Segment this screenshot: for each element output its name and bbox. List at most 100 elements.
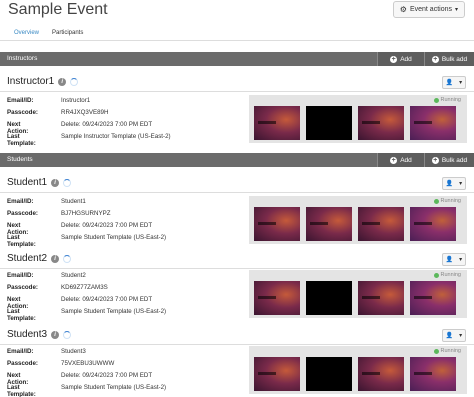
vm-panel: Running [249, 270, 467, 318]
bulk-add-label: Bulk add [441, 156, 468, 164]
caret-down-icon: ▾ [459, 333, 463, 339]
info-icon[interactable]: i [51, 254, 60, 263]
email-label: Email/ID: [7, 272, 34, 279]
last-template-value: Sample Instructor Template (US-East-2) [61, 133, 171, 140]
participant-name: Student2 [7, 253, 48, 264]
user-icon: 👤 [445, 257, 454, 263]
bulk-add-label: Bulk add [441, 55, 468, 63]
tab-participants[interactable]: Participants [52, 30, 83, 36]
vm-thumbnail[interactable] [254, 207, 300, 241]
user-actions-dropdown[interactable]: 👤 ▾ [442, 253, 466, 266]
tab-overview[interactable]: Overview [14, 30, 39, 36]
vm-thumbnail[interactable] [410, 106, 456, 140]
add-label: Add [400, 55, 412, 63]
last-template-label: Last Template: [7, 133, 36, 147]
divider [0, 192, 474, 193]
spinner-icon [63, 330, 72, 339]
instructors-section-label: Instructors [7, 55, 38, 62]
user-icon: 👤 [445, 80, 454, 86]
status-badge: Running [433, 272, 462, 278]
vm-thumbnail[interactable] [358, 357, 404, 391]
passcode-label: Passcode: [7, 109, 38, 116]
info-icon[interactable]: i [58, 77, 67, 86]
vm-thumbnail[interactable] [358, 281, 404, 315]
email-label: Email/ID: [7, 348, 34, 355]
last-template-label: Last Template: [7, 384, 36, 397]
user-icon: 👤 [445, 333, 454, 339]
participant-name: Student1 [7, 177, 48, 188]
add-student-button[interactable]: + Add [377, 153, 424, 167]
divider [0, 91, 474, 92]
last-template-label: Last Template: [7, 308, 36, 322]
event-actions-label: Event actions [409, 6, 452, 13]
next-action-value: Delete: 09/24/2023 7:00 PM EDT [61, 121, 153, 128]
participant-header: Student1 i [7, 177, 72, 188]
vm-thumbnail[interactable] [410, 207, 456, 241]
spinner-icon [63, 178, 72, 187]
vm-thumbnail[interactable] [254, 281, 300, 315]
passcode-label: Passcode: [7, 284, 38, 291]
last-template-value: Sample Student Template (US-East-2) [61, 384, 167, 391]
info-icon[interactable]: i [51, 178, 60, 187]
email-label: Email/ID: [7, 97, 34, 104]
running-dot-icon [433, 348, 439, 354]
vm-thumbnail[interactable] [410, 281, 456, 315]
status-label: Running [440, 97, 462, 103]
vm-thumbnail[interactable] [306, 357, 352, 391]
last-template-label: Last Template: [7, 234, 36, 248]
next-action-value: Delete: 09/24/2023 7:00 PM EDT [61, 296, 153, 303]
next-action-value: Delete: 09/24/2023 7:00 PM EDT [61, 222, 153, 229]
plus-icon: + [431, 55, 439, 63]
vm-thumbnail[interactable] [358, 106, 404, 140]
instructors-section-bar: Instructors + Add + Bulk add [0, 52, 474, 66]
user-actions-dropdown[interactable]: 👤 ▾ [442, 177, 466, 190]
vm-thumbnail[interactable] [306, 106, 352, 140]
status-label: Running [440, 348, 462, 354]
passcode-value: 75VXEBU3UWWW [61, 360, 115, 367]
status-label: Running [440, 272, 462, 278]
passcode-value: RR4JXQ3VE89H [61, 109, 109, 116]
user-actions-dropdown[interactable]: 👤 ▾ [442, 329, 466, 342]
vm-thumbnail[interactable] [358, 207, 404, 241]
gear-icon: ⚙ [399, 5, 407, 14]
email-value: Student2 [61, 272, 86, 279]
vm-thumbnail[interactable] [254, 357, 300, 391]
students-section-bar: Students + Add + Bulk add [0, 153, 474, 167]
passcode-label: Passcode: [7, 360, 38, 367]
add-instructor-button[interactable]: + Add [377, 52, 424, 66]
vm-thumbnail[interactable] [306, 207, 352, 241]
user-actions-dropdown[interactable]: 👤 ▾ [442, 76, 466, 89]
vm-panel: Running [249, 346, 467, 394]
user-icon: 👤 [445, 181, 454, 187]
participant-card: Instructor1 i 👤 ▾ Email/ID: Instructor1 Pa… [0, 76, 474, 148]
tab-bar: Overview Participants [0, 27, 474, 41]
email-value: Student3 [61, 348, 86, 355]
participant-card: Student1 i 👤 ▾ Email/ID: Student1 Passcode… [0, 177, 474, 249]
status-label: Running [440, 198, 462, 204]
plus-icon: + [390, 55, 398, 63]
passcode-value: KD69Z77ZAM3S [61, 284, 108, 291]
divider [0, 344, 474, 345]
running-dot-icon [433, 97, 439, 103]
vm-panel: Running [249, 95, 467, 143]
next-action-value: Delete: 09/24/2023 7:00 PM EDT [61, 372, 153, 379]
participant-header: Instructor1 i [7, 76, 79, 87]
participant-name: Instructor1 [7, 76, 55, 87]
caret-down-icon: ▾ [459, 257, 463, 263]
bulk-add-students-button[interactable]: + Bulk add [424, 153, 474, 167]
vm-thumbnail[interactable] [410, 357, 456, 391]
running-dot-icon [433, 272, 439, 278]
info-icon[interactable]: i [51, 330, 60, 339]
bulk-add-instructors-button[interactable]: + Bulk add [424, 52, 474, 66]
running-dot-icon [433, 198, 439, 204]
page-header: Sample Event ⚙ Event actions ▾ [0, 0, 474, 27]
vm-panel: Running [249, 196, 467, 244]
vm-thumbnail[interactable] [306, 281, 352, 315]
plus-icon: + [431, 156, 439, 164]
participant-header: Student2 i [7, 253, 72, 264]
event-actions-button[interactable]: ⚙ Event actions ▾ [392, 1, 465, 18]
email-label: Email/ID: [7, 198, 34, 205]
divider [0, 268, 474, 269]
vm-thumbnail[interactable] [254, 106, 300, 140]
passcode-value: BJ7HGSURNYPZ [61, 210, 111, 217]
